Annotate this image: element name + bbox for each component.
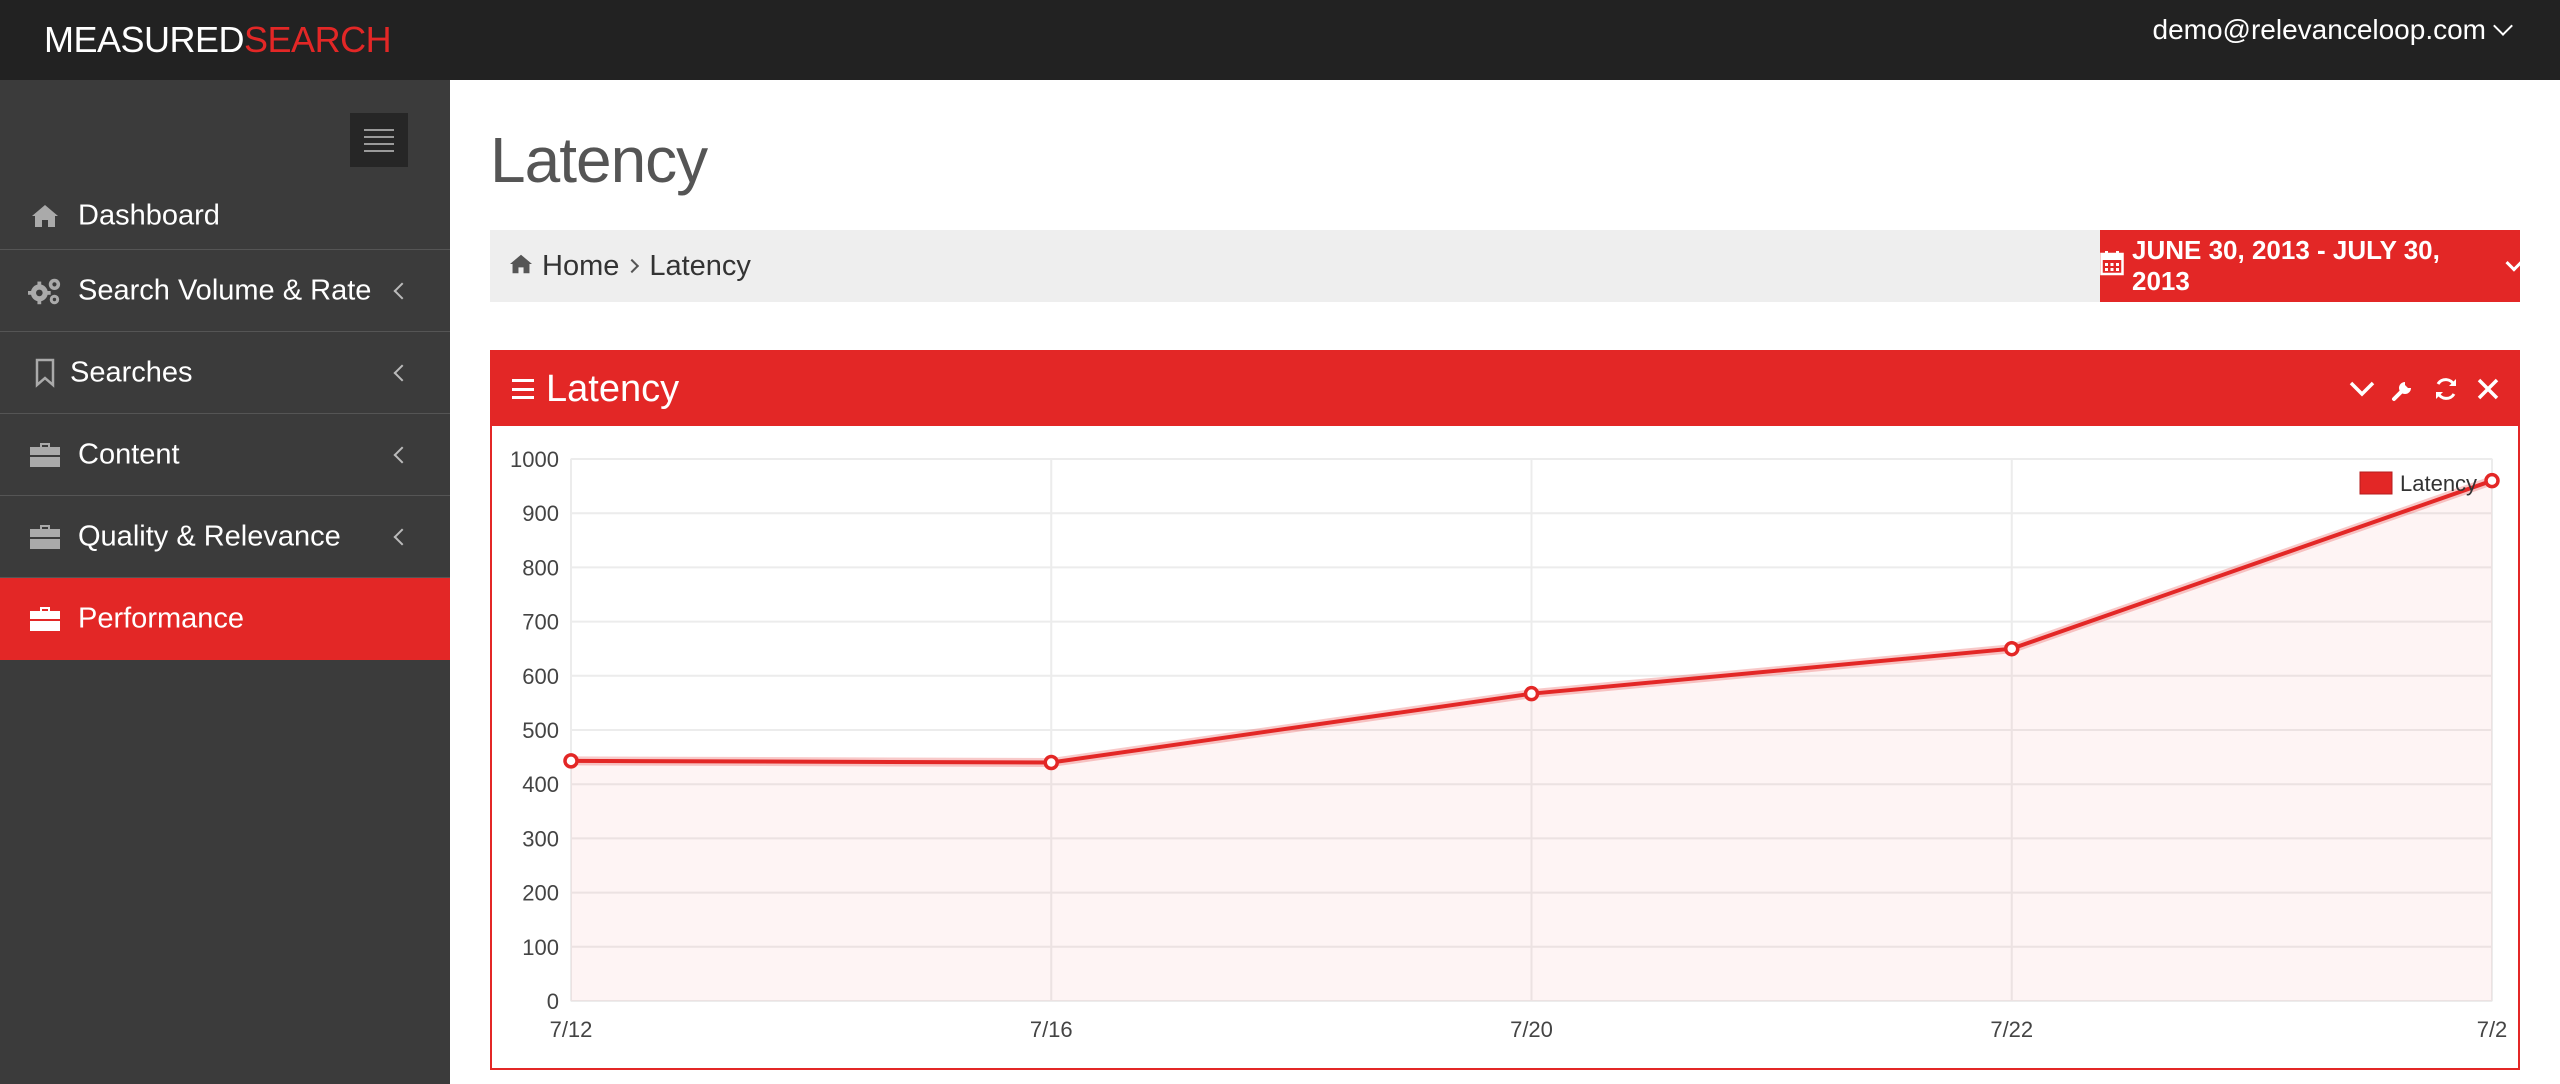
legend-swatch <box>2359 471 2393 495</box>
wrench-icon <box>2392 382 2411 401</box>
sidebar-item-label: Searches <box>70 356 193 388</box>
settings-button[interactable] <box>2390 375 2418 403</box>
latency-widget: Latency 0 100 200 300 400 500 600 700 800 900 1000 <box>490 350 2520 1070</box>
chevron-right-icon <box>625 258 640 274</box>
latency-chart: 0 100 200 300 400 500 600 700 800 900 1000 7/12 7/16… <box>492 426 2518 1068</box>
y-tick-label: 200 <box>522 881 559 906</box>
sidebar-item-content[interactable]: Content <box>0 414 450 496</box>
y-tick-label: 900 <box>522 501 559 526</box>
refresh-button[interactable] <box>2432 375 2460 403</box>
data-point <box>2484 472 2500 489</box>
sidebar-item-search-volume-rate[interactable]: Search Volume & Rate <box>0 250 450 332</box>
top-navbar: MEASUREDSEARCH demo@relevanceloop.com <box>0 0 2560 80</box>
bookmark-icon <box>28 357 62 389</box>
widget-title: Latency <box>546 367 680 410</box>
data-point <box>2004 640 2020 657</box>
y-tick-label: 600 <box>522 664 559 689</box>
widget-header: Latency <box>492 352 2518 426</box>
y-tick-label: 800 <box>522 555 559 580</box>
x-tick-label: 7/16 <box>1030 1017 1073 1042</box>
y-tick-label: 700 <box>522 610 559 635</box>
sidebar-item-label: Content <box>78 438 180 470</box>
close-button[interactable] <box>2474 375 2502 403</box>
collapse-button[interactable] <box>2348 375 2376 403</box>
chevron-left-icon <box>393 282 411 299</box>
data-point <box>1523 685 1540 702</box>
data-point <box>1043 754 1059 771</box>
briefcase-icon <box>28 521 62 553</box>
user-menu[interactable]: demo@relevanceloop.com <box>2152 10 2513 50</box>
brand-logo-part1: MEASURED <box>44 19 245 60</box>
sidebar-item-searches[interactable]: Searches <box>0 332 450 414</box>
chevron-down-icon <box>2505 254 2523 272</box>
chart-svg: 0 100 200 300 400 500 600 700 800 900 1000 7/12 7/16… <box>510 447 2508 1042</box>
calendar-icon <box>2100 250 2124 283</box>
y-tick-label: 300 <box>522 826 559 851</box>
home-icon <box>28 200 62 232</box>
home-icon <box>508 250 534 283</box>
breadcrumb-home-link[interactable]: Home <box>542 250 619 283</box>
y-tick-label: 400 <box>522 772 559 797</box>
sidebar-item-label: Performance <box>78 602 245 635</box>
sidebar-nav: Dashboard Search Volume & Rate Searches … <box>0 184 450 660</box>
brand-logo-part2: SEARCH <box>244 19 392 60</box>
chevron-down-icon <box>2349 381 2375 397</box>
briefcase-icon <box>28 439 62 471</box>
x-tick-label: 7/20 <box>1510 1017 1553 1042</box>
y-tick-label: 100 <box>522 935 559 960</box>
legend-label: Latency <box>2400 471 2477 496</box>
breadcrumb-bar: Home Latency JUNE 30, 2013 - JULY 30, 20… <box>490 230 2523 302</box>
brand-logo[interactable]: MEASUREDSEARCH <box>44 19 392 60</box>
briefcase-icon <box>28 603 62 635</box>
refresh-icon <box>2436 378 2456 400</box>
sidebar: Dashboard Search Volume & Rate Searches … <box>0 80 450 1084</box>
close-icon <box>2477 378 2499 400</box>
widget-tools <box>2348 352 2502 426</box>
sidebar-item-quality-relevance[interactable]: Quality & Relevance <box>0 496 450 578</box>
date-range-label: JUNE 30, 2013 - JULY 30, 2013 <box>2132 235 2440 296</box>
sidebar-item-label: Dashboard <box>78 199 220 232</box>
sidebar-item-dashboard[interactable]: Dashboard <box>0 184 450 250</box>
chevron-left-icon <box>393 446 411 463</box>
breadcrumb: Home Latency <box>508 230 751 302</box>
chevron-down-icon <box>2493 16 2513 36</box>
x-tick-label: 7/2 <box>2477 1017 2508 1042</box>
y-tick-label: 500 <box>522 718 559 743</box>
sidebar-item-label: Search Volume & Rate <box>78 274 372 306</box>
x-tick-label: 7/12 <box>550 1017 593 1042</box>
sidebar-item-performance[interactable]: Performance <box>0 578 450 660</box>
data-point <box>563 753 579 769</box>
sidebar-toggle-button[interactable] <box>350 113 408 167</box>
chevron-left-icon <box>393 364 411 381</box>
gears-icon <box>28 275 62 307</box>
date-range-picker[interactable]: JUNE 30, 2013 - JULY 30, 2013 <box>2100 230 2523 302</box>
y-tick-label: 1000 <box>510 447 559 472</box>
menu-icon <box>512 379 534 399</box>
y-tick-label: 0 <box>547 989 559 1014</box>
x-tick-label: 7/22 <box>1990 1017 2033 1042</box>
sidebar-item-label: Quality & Relevance <box>78 520 341 552</box>
page-title: Latency <box>490 124 708 196</box>
chevron-left-icon <box>393 528 411 545</box>
breadcrumb-current: Latency <box>649 249 751 282</box>
user-email: demo@relevanceloop.com <box>2152 14 2486 45</box>
